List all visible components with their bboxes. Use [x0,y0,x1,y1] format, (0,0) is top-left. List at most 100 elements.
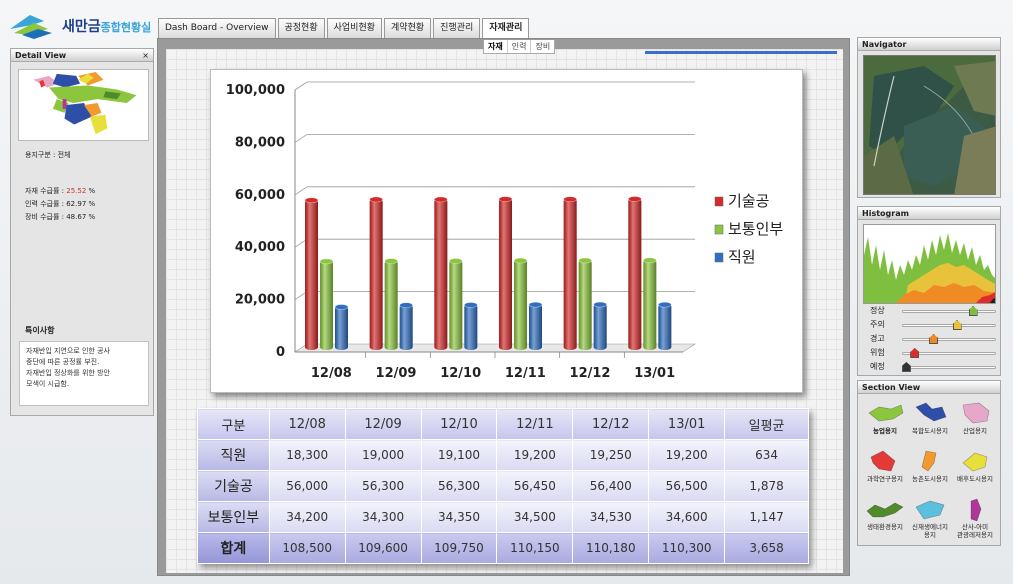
table-cell: 110,150 [496,532,574,564]
land-parcel-icon [868,404,904,422]
detail-view-title: Detail View × [11,49,153,62]
section-item[interactable]: 배후도시용지 [952,447,998,483]
bar-shade-0-0 [305,199,318,350]
bar-top-2-5 [658,301,672,308]
bar-shade-2-1 [399,304,413,350]
bar-shade-2-3 [529,303,542,350]
detail-view-panel: Detail View × 용지구분 : 전체 자재 수급률 : 25.52 %… [10,48,154,416]
bar-shade-1-0 [320,260,333,350]
bar-top-1-0 [319,258,334,265]
navigator-satellite-map[interactable] [863,55,996,195]
land-parcel-icon [870,450,896,472]
table-cell: 12/11 [496,408,574,440]
section-label: 농촌도시용지 [912,475,948,483]
top-tab-bar: Dash Board - Overview 공정현황 사업비현황 계약현황 진행관리 자재… [158,18,530,38]
equipment-rate: 장비 수급률 : 48.67 % [25,213,96,221]
tab-3[interactable]: 계약현황 [384,18,432,38]
section-label: 농업용지 [873,427,897,435]
section-label: 생태환경용지 [867,523,903,531]
sub-tab-1[interactable]: 인력 [506,40,531,53]
bar-top-1-4 [578,257,592,264]
section-item[interactable]: 농촌도시용지 [907,447,953,483]
legend-label-0: 기술공 [728,192,769,210]
threshold-label: 예정 [870,362,885,371]
row-header-cell: 합계 [197,532,270,564]
section-item[interactable]: 신재생에너지 용지 [907,495,953,539]
row-header-cell: 보통인부 [197,501,270,533]
section-item[interactable]: 농업용지 [862,399,908,435]
section-item[interactable]: 산업용지 [952,399,998,435]
close-icon[interactable]: × [142,49,149,62]
tab-5[interactable]: 자재관리 [482,18,530,38]
bar-shade-1-5 [643,259,657,350]
tab-4[interactable]: 진행관리 [433,18,481,38]
table-row: 직원 18,300 19,000 19,100 19,200 19,250 19,200 63… [197,439,809,471]
sub-tab-2[interactable]: 장비 [530,40,554,53]
section-view-title: Section View [858,381,1000,394]
section-item[interactable]: 산사-아미 관광레저용지 [952,495,998,539]
table-cell: 56,300 [420,470,498,502]
detail-map-thumbnail[interactable] [18,69,149,141]
table-cell: 634 [724,439,809,471]
section-label: 복합도시용지 [912,427,948,435]
table-cell: 34,530 [572,501,650,533]
threshold-slider-row: 정상 [870,305,998,317]
land-parcel-icon [921,450,937,472]
land-parcel-icon [962,402,990,424]
threshold-slider-row: 예정 [870,361,998,373]
slider-thumb[interactable] [952,320,962,330]
threshold-slider[interactable] [902,334,996,344]
table-cell: 13/01 [648,408,726,440]
bar-top-1-3 [513,257,528,264]
threshold-slider[interactable] [901,362,996,372]
bar-top-2-0 [334,304,349,310]
bar-top-2-4 [593,301,607,308]
legend-swatch-2 [714,252,724,263]
table-row: 보통인부 34,200 34,300 34,350 34,500 34,530 34,600… [197,501,809,533]
data-table: 구분 12/08 12/09 12/10 12/11 12/12 13/01 일평균 직원 18,… [197,408,809,564]
land-parcel-icon [866,502,904,518]
bar-shade-2-5 [658,303,672,350]
histogram-title: Histogram [858,207,1000,220]
section-label: 산사-아미 관광레저용지 [957,523,993,539]
x-tick-label: 13/01 [634,366,675,381]
row-header-cell: 기술공 [197,470,270,502]
legend-swatch-0 [714,196,724,207]
land-parcel-icon [970,498,982,522]
tab-2[interactable]: 사업비현황 [326,18,383,38]
table-cell: 56,000 [268,470,346,502]
table-cell: 12/12 [572,408,650,440]
app-logo: 새만금종합현황실 [8,10,168,42]
bar-top-2-3 [528,301,543,308]
gridline-diag [294,134,308,143]
x-tick-label: 12/09 [376,366,417,381]
land-parcel-icon [915,500,945,520]
notice-title: 특이사항 [25,326,55,335]
table-cell: 34,600 [648,501,726,533]
section-item[interactable]: 과학연구용지 [862,447,908,483]
bar-top-2-2 [464,302,478,308]
sub-tab-0[interactable]: 자재 [484,40,507,53]
slider-thumb[interactable] [929,334,939,344]
tab-1[interactable]: 공정현황 [277,18,325,38]
threshold-slider[interactable] [902,306,996,316]
gridline-diag [294,81,308,91]
threshold-slider[interactable] [902,320,996,330]
slider-thumb[interactable] [910,348,920,358]
gridline-diag [294,186,308,196]
table-cell: 34,500 [496,501,574,533]
table-cell: 56,450 [496,470,574,502]
table-cell: 56,500 [648,470,726,502]
table-cell: 19,200 [496,439,574,471]
tab-0[interactable]: Dash Board - Overview [158,18,276,38]
section-item[interactable]: 생태환경용지 [862,495,908,531]
section-item[interactable]: 복합도시용지 [907,399,953,435]
threshold-slider[interactable] [902,348,996,358]
bar-top-2-1 [399,302,413,309]
y-tick-label: 60,000 [235,188,285,203]
slider-thumb[interactable] [968,306,978,316]
slider-thumb[interactable] [901,362,911,372]
table-cell: 12/08 [268,408,346,440]
navigator-panel: Navigator [857,37,1001,198]
search-bar-strip[interactable] [645,51,837,54]
